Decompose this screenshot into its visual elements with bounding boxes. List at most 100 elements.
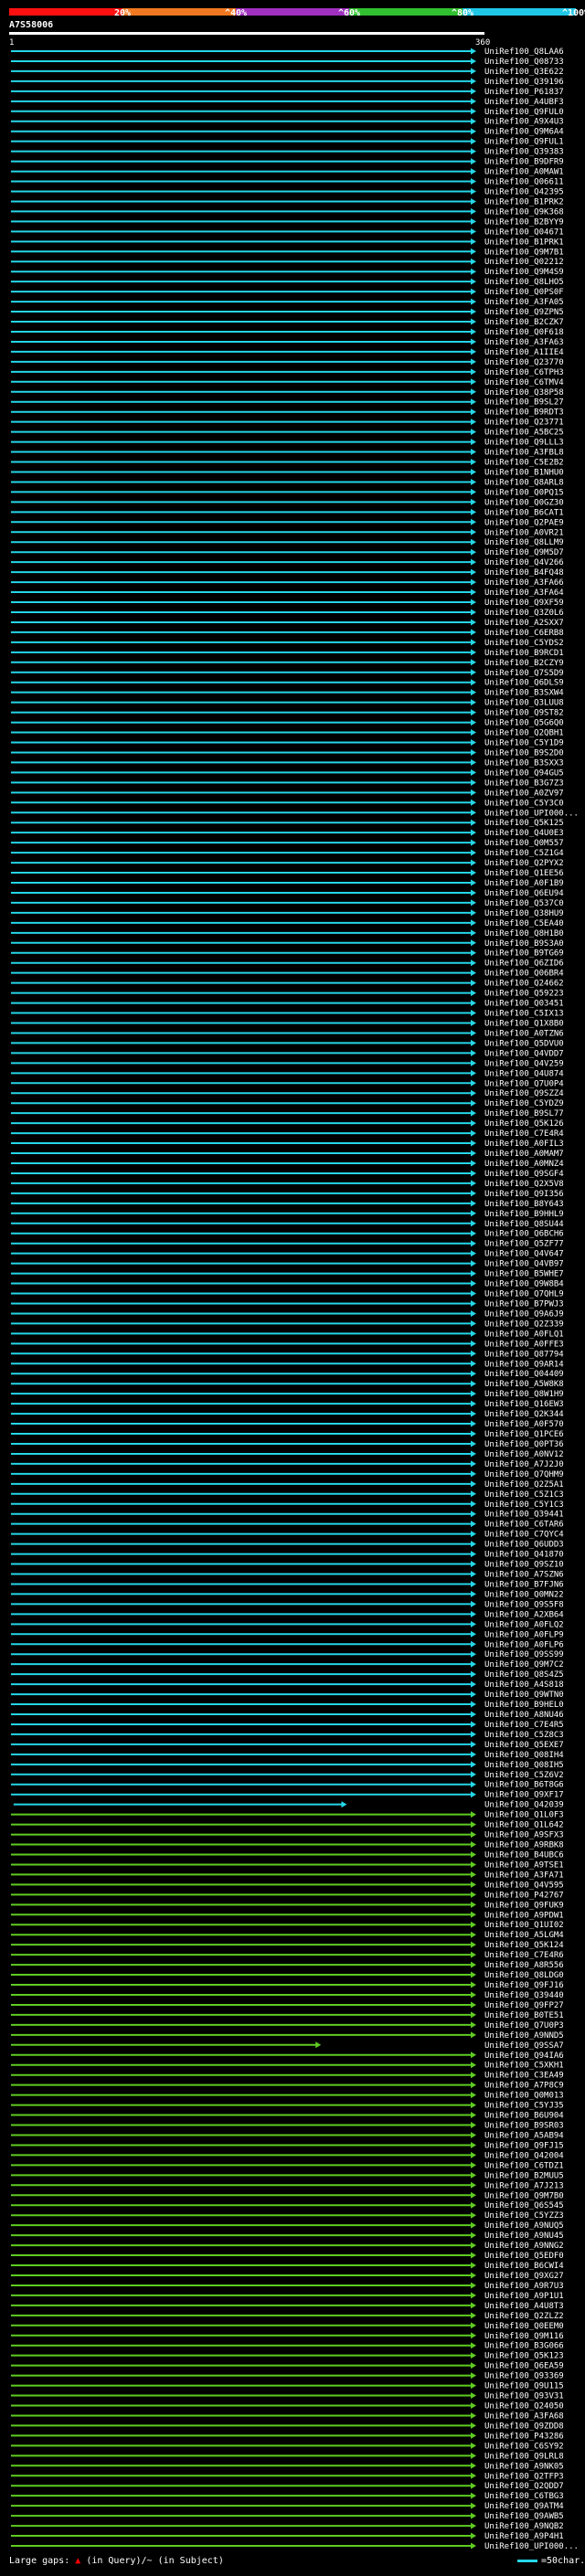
hit-label[interactable]: UniRef100_Q0F618: [484, 328, 564, 337]
hit-label[interactable]: UniRef100_C5Z6V2: [484, 1771, 564, 1780]
hit-label[interactable]: UniRef100_C5Y1D9: [484, 739, 564, 748]
hit-label[interactable]: UniRef100_C7E4R6: [484, 1951, 564, 1960]
hit-label[interactable]: UniRef100_C7E4R5: [484, 1721, 564, 1730]
hit-label[interactable]: UniRef100_C5IX13: [484, 1010, 564, 1019]
hit-label[interactable]: UniRef100_Q7QHL9: [484, 1290, 564, 1299]
hit-label[interactable]: UniRef100_A0TZN6: [484, 1029, 564, 1038]
hit-label[interactable]: UniRef100_C5Z1C3: [484, 1490, 564, 1500]
hit-label[interactable]: UniRef100_A9NNG2: [484, 2242, 564, 2251]
hit-label[interactable]: UniRef100_Q5EDF0: [484, 2252, 564, 2261]
hit-label[interactable]: UniRef100_B8Y643: [484, 1200, 564, 1209]
hit-label[interactable]: UniRef100_Q8W1H9: [484, 1390, 564, 1399]
hit-label[interactable]: UniRef100_B3SXX3: [484, 758, 564, 768]
hit-label[interactable]: UniRef100_Q24662: [484, 980, 564, 989]
hit-label[interactable]: UniRef100_Q9U115: [484, 2382, 564, 2391]
hit-label[interactable]: UniRef100_C5YDS2: [484, 639, 564, 648]
hit-label[interactable]: UniRef100_A7J213: [484, 2181, 564, 2190]
hit-label[interactable]: UniRef100_Q0PQ15: [484, 488, 564, 497]
hit-label[interactable]: UniRef100_Q42039: [484, 1801, 564, 1810]
hit-label[interactable]: UniRef100_Q8ARL8: [484, 478, 564, 487]
hit-label[interactable]: UniRef100_A0MAM7: [484, 1150, 564, 1159]
hit-label[interactable]: UniRef100_Q6BCH6: [484, 1230, 564, 1239]
hit-label[interactable]: UniRef100_C6TBG3: [484, 2492, 564, 2501]
hit-label[interactable]: UniRef100_Q9LRL8: [484, 2452, 564, 2461]
hit-label[interactable]: UniRef100_Q9FUL1: [484, 138, 564, 147]
hit-label[interactable]: UniRef100_C6TPH3: [484, 368, 564, 377]
hit-label[interactable]: UniRef100_Q2QDD7: [484, 2482, 564, 2491]
hit-label[interactable]: UniRef100_Q5ZF77: [484, 1240, 564, 1249]
hit-label[interactable]: UniRef100_Q9M5D7: [484, 548, 564, 557]
hit-label[interactable]: UniRef100_A4S818: [484, 1680, 564, 1690]
hit-label[interactable]: UniRef100_Q1EE56: [484, 869, 564, 878]
hit-label[interactable]: UniRef100_Q3LUU8: [484, 699, 564, 708]
hit-label[interactable]: UniRef100_Q2Z5A1: [484, 1480, 564, 1489]
hit-label[interactable]: UniRef100_Q0EEM0: [484, 2322, 564, 2331]
hit-label[interactable]: UniRef100_Q2ZLZ2: [484, 2312, 564, 2321]
hit-label[interactable]: UniRef100_Q94IA6: [484, 2051, 564, 2061]
hit-label[interactable]: UniRef100_Q4V266: [484, 558, 564, 567]
hit-label[interactable]: UniRef100_B9S3A0: [484, 939, 564, 949]
hit-label[interactable]: UniRef100_B2CZY9: [484, 659, 564, 668]
hit-label[interactable]: UniRef100_A8NU46: [484, 1711, 564, 1720]
hit-label[interactable]: UniRef100_Q2TFP3: [484, 2472, 564, 2481]
hit-label[interactable]: UniRef100_B4UBC6: [484, 1850, 564, 1860]
hit-label[interactable]: UniRef100_Q6ZID6: [484, 959, 564, 969]
hit-label[interactable]: UniRef100_B5WHE7: [484, 1270, 564, 1279]
hit-label[interactable]: UniRef100_Q42004: [484, 2151, 564, 2160]
hit-label[interactable]: UniRef100_Q4VB97: [484, 1260, 564, 1269]
hit-label[interactable]: UniRef100_A1IIE4: [484, 348, 564, 357]
hit-label[interactable]: UniRef100_C5Z1G4: [484, 849, 564, 858]
hit-label[interactable]: UniRef100_C6TDZ1: [484, 2161, 564, 2170]
hit-label[interactable]: UniRef100_C5YDZ9: [484, 1099, 564, 1108]
hit-label[interactable]: UniRef100_Q39441: [484, 1511, 564, 1520]
hit-label[interactable]: UniRef100_A9R7U3: [484, 2282, 564, 2291]
hit-label[interactable]: UniRef100_Q38P58: [484, 388, 564, 398]
hit-label[interactable]: UniRef100_A5W8K8: [484, 1380, 564, 1389]
hit-label[interactable]: UniRef100_Q9ZPN5: [484, 308, 564, 317]
hit-label[interactable]: UniRef100_Q39196: [484, 78, 564, 87]
hit-label[interactable]: UniRef100_UPI000...: [484, 2542, 579, 2551]
hit-label[interactable]: UniRef100_Q7U0P4: [484, 1079, 564, 1088]
hit-label[interactable]: UniRef100_A9P1U1: [484, 2292, 564, 2301]
hit-label[interactable]: UniRef100_Q2Z339: [484, 1320, 564, 1329]
hit-label[interactable]: UniRef100_Q41870: [484, 1551, 564, 1560]
hit-label[interactable]: UniRef100_A3FA63: [484, 338, 564, 347]
hit-label[interactable]: UniRef100_Q9I356: [484, 1190, 564, 1199]
hit-label[interactable]: UniRef100_B0TE51: [484, 2011, 564, 2020]
hit-label[interactable]: UniRef100_Q2X5V8: [484, 1180, 564, 1189]
hit-label[interactable]: UniRef100_Q9LLL3: [484, 439, 564, 448]
hit-label[interactable]: UniRef100_Q06BR4: [484, 970, 564, 979]
hit-label[interactable]: UniRef100_B2BYY9: [484, 217, 564, 227]
hit-label[interactable]: UniRef100_Q06611: [484, 178, 564, 187]
hit-label[interactable]: UniRef100_A9X4U3: [484, 118, 564, 127]
hit-label[interactable]: UniRef100_Q9AR14: [484, 1360, 564, 1369]
hit-label[interactable]: UniRef100_Q87794: [484, 1350, 564, 1359]
hit-label[interactable]: UniRef100_Q9ST82: [484, 709, 564, 718]
hit-label[interactable]: UniRef100_Q6EU94: [484, 889, 564, 898]
hit-label[interactable]: UniRef100_A7P8C9: [484, 2082, 564, 2091]
hit-label[interactable]: UniRef100_A7SZN6: [484, 1571, 564, 1580]
hit-label[interactable]: UniRef100_B9TG69: [484, 949, 564, 959]
hit-label[interactable]: UniRef100_Q08IH4: [484, 1751, 564, 1760]
hit-label[interactable]: UniRef100_A0ZV97: [484, 789, 564, 798]
hit-label[interactable]: UniRef100_A8R556: [484, 1961, 564, 1970]
hit-label[interactable]: UniRef100_Q0PS0F: [484, 288, 564, 297]
hit-label[interactable]: UniRef100_Q4U874: [484, 1069, 564, 1078]
hit-label[interactable]: UniRef100_Q9XG27: [484, 2272, 564, 2281]
hit-label[interactable]: UniRef100_Q9SGF4: [484, 1170, 564, 1179]
hit-label[interactable]: UniRef100_B9RCD1: [484, 649, 564, 658]
hit-label[interactable]: UniRef100_Q6S545: [484, 2201, 564, 2210]
hit-label[interactable]: UniRef100_Q5K124: [484, 1941, 564, 1950]
hit-label[interactable]: UniRef100_C5YZZ3: [484, 2211, 564, 2221]
hit-label[interactable]: UniRef100_Q9M4S9: [484, 268, 564, 277]
hit-label[interactable]: UniRef100_Q8LLM9: [484, 538, 564, 547]
hit-label[interactable]: UniRef100_B2CZK7: [484, 318, 564, 327]
hit-label[interactable]: UniRef100_Q5K125: [484, 819, 564, 828]
hit-label[interactable]: UniRef100_Q9M7B0: [484, 2191, 564, 2200]
hit-label[interactable]: UniRef100_B9S2D0: [484, 748, 564, 758]
hit-label[interactable]: UniRef100_Q9K368: [484, 207, 564, 217]
hit-label[interactable]: UniRef100_A2XB64: [484, 1610, 564, 1619]
hit-label[interactable]: UniRef100_A9NQB2: [484, 2522, 564, 2531]
hit-label[interactable]: UniRef100_B7FJN6: [484, 1580, 564, 1589]
hit-label[interactable]: UniRef100_C3EA49: [484, 2072, 564, 2081]
